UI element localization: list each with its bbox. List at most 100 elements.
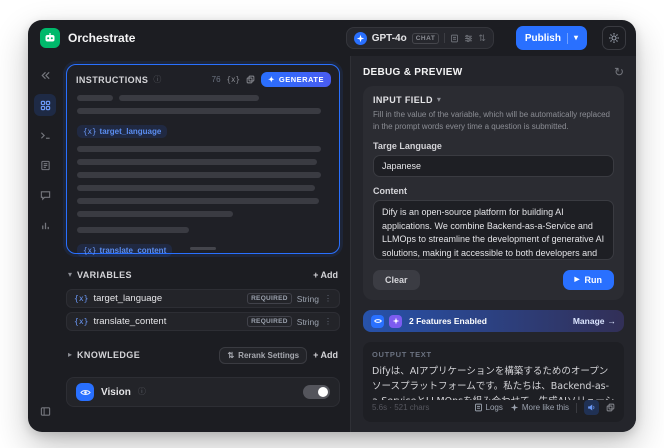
- nav-annotation-icon[interactable]: [34, 184, 56, 206]
- output-text: Difyは、AIアプリケーションを構築するためのオープンソースプラットフォームで…: [372, 366, 614, 400]
- add-knowledge-button[interactable]: + Add: [313, 350, 338, 360]
- chevron-down-icon: ▾: [436, 95, 441, 104]
- variable-chip-target-language[interactable]: {x} target_language: [77, 125, 168, 138]
- vision-toggle[interactable]: [303, 385, 330, 399]
- skeleton-line: [77, 95, 113, 101]
- nav-monitoring-icon[interactable]: [34, 214, 56, 236]
- divider: [566, 32, 568, 44]
- app-window: Orchestrate GPT-4o CHAT ⇅ Publish ▾ INST…: [28, 20, 636, 432]
- target-language-label: Targe Language: [373, 141, 442, 152]
- instructions-title: INSTRUCTIONS: [76, 74, 149, 85]
- robot-icon: [45, 33, 55, 42]
- required-badge: REQUIRED: [247, 316, 292, 327]
- target-language-input[interactable]: Japanese: [373, 155, 614, 178]
- knowledge-title: KNOWLEDGE: [77, 350, 141, 360]
- variable-row-target-language[interactable]: {x} target_language REQUIRED String ⋮: [66, 289, 340, 308]
- skeleton-line: [77, 108, 321, 114]
- model-name: GPT-4o: [371, 32, 407, 44]
- variable-row-translate-content[interactable]: {x} translate_content REQUIRED String ⋮: [66, 312, 340, 331]
- collapse-sidebar-icon[interactable]: [34, 64, 56, 86]
- skeleton-line: [77, 211, 233, 217]
- content-textarea[interactable]: Dify is an open-source platform for buil…: [373, 200, 614, 261]
- toggle-panel-icon[interactable]: [34, 400, 56, 422]
- settings-sliders-icon[interactable]: [464, 34, 473, 43]
- skeleton-line: [119, 95, 259, 101]
- features-label: 2 Features Enabled: [409, 316, 487, 327]
- debug-actions: Clear ▶ Run: [373, 270, 614, 291]
- app-body: INSTRUCTIONS ⓘ 76 {x} ✦ GENERATE {x} tar…: [28, 56, 636, 432]
- arrow-right-icon: →: [607, 316, 617, 327]
- vision-card: Vision ⓘ: [66, 377, 340, 407]
- variables-title: VARIABLES: [77, 270, 132, 280]
- app-logo-icon[interactable]: [40, 28, 60, 48]
- add-variable-button[interactable]: + Add: [313, 270, 338, 280]
- rerank-settings-button[interactable]: ⇅ Rerank Settings: [219, 346, 308, 364]
- speaker-icon[interactable]: [584, 400, 599, 415]
- run-label: Run: [584, 275, 603, 286]
- copy-output-icon[interactable]: [606, 403, 615, 412]
- eye-icon: [76, 383, 94, 401]
- toggle-knob: [318, 387, 328, 397]
- divider: [576, 402, 577, 413]
- variable-menu-icon[interactable]: ⋮: [324, 294, 332, 303]
- knowledge-header[interactable]: ▸ KNOWLEDGE ⇅ Rerank Settings + Add: [66, 345, 340, 365]
- variable-prefix: {x}: [74, 317, 89, 326]
- sliders-icon: ⇅: [227, 350, 235, 360]
- instructions-editor[interactable]: INSTRUCTIONS ⓘ 76 {x} ✦ GENERATE {x} tar…: [66, 64, 340, 257]
- features-enabled-bar[interactable]: 2 Features Enabled Manage →: [363, 310, 624, 333]
- skeleton-line: [77, 146, 321, 152]
- variable-menu-icon[interactable]: ⋮: [324, 317, 332, 326]
- feature-more-like-this-icon: [389, 314, 402, 328]
- variable-name: target_language: [99, 127, 162, 136]
- input-field-card: INPUT FIELD ▾ Fill in the value of the v…: [363, 86, 624, 301]
- prompt-log-icon[interactable]: [450, 34, 459, 43]
- instructions-header: INSTRUCTIONS ⓘ 76 {x} ✦ GENERATE: [67, 65, 339, 91]
- skeleton-line: [77, 227, 189, 233]
- resize-handle[interactable]: [190, 247, 216, 250]
- sparkle-icon: [510, 403, 519, 412]
- refresh-icon[interactable]: ↻: [614, 66, 624, 78]
- model-selector[interactable]: GPT-4o CHAT ⇅: [345, 27, 494, 49]
- publish-label: Publish: [524, 32, 561, 44]
- model-provider-icon: [353, 31, 367, 45]
- vision-label: Vision: [101, 386, 131, 398]
- insert-variable-icon[interactable]: {x}: [227, 75, 241, 84]
- info-icon: ⓘ: [153, 74, 162, 84]
- content-label: Content: [373, 186, 407, 197]
- debug-title: DEBUG & PREVIEW: [363, 66, 463, 78]
- publish-button[interactable]: Publish ▾: [515, 26, 587, 50]
- input-field-header[interactable]: INPUT FIELD ▾: [373, 95, 614, 105]
- char-count: 76: [211, 75, 221, 84]
- app-settings-button[interactable]: [602, 26, 626, 50]
- required-badge: REQUIRED: [247, 293, 292, 304]
- nav-api-terminal-icon[interactable]: [34, 124, 56, 146]
- logs-icon: [474, 403, 482, 412]
- nav-logs-icon[interactable]: [34, 154, 56, 176]
- feature-vision-icon: [371, 314, 384, 328]
- output-footer: 5.6s · 521 chars Logs More like this: [372, 400, 615, 415]
- variable-type: String: [296, 293, 319, 304]
- debug-preview-panel: DEBUG & PREVIEW ↻ INPUT FIELD ▾ Fill in …: [350, 56, 636, 432]
- output-meta: 5.6s · 521 chars: [372, 403, 430, 412]
- generate-button[interactable]: ✦ GENERATE: [261, 72, 331, 87]
- rerank-label: Rerank Settings: [238, 350, 300, 360]
- variable-name: translate_content: [99, 246, 167, 255]
- nav-orchestrate-icon[interactable]: [34, 94, 56, 116]
- swap-model-icon[interactable]: ⇅: [478, 33, 486, 43]
- prompt-skeleton: {x} target_language {x} translate_conten…: [67, 91, 339, 269]
- variable-name: translate_content: [93, 316, 167, 327]
- skeleton-line: [77, 185, 315, 191]
- manage-features-link[interactable]: Manage →: [573, 316, 616, 326]
- clear-button[interactable]: Clear: [373, 270, 420, 291]
- more-like-this-button[interactable]: More like this: [510, 403, 569, 412]
- run-button[interactable]: ▶ Run: [562, 270, 614, 291]
- variable-chip-translate-content[interactable]: {x} translate_content: [77, 244, 173, 257]
- debug-header: DEBUG & PREVIEW ↻: [363, 66, 624, 78]
- generate-label: GENERATE: [278, 75, 324, 84]
- sparkle-icon: ✦: [268, 75, 275, 84]
- logs-button[interactable]: Logs: [474, 403, 503, 412]
- left-rail: [28, 56, 62, 432]
- copy-icon[interactable]: [246, 75, 255, 84]
- logs-label: Logs: [485, 403, 503, 412]
- more-like-this-label: More like this: [521, 403, 569, 412]
